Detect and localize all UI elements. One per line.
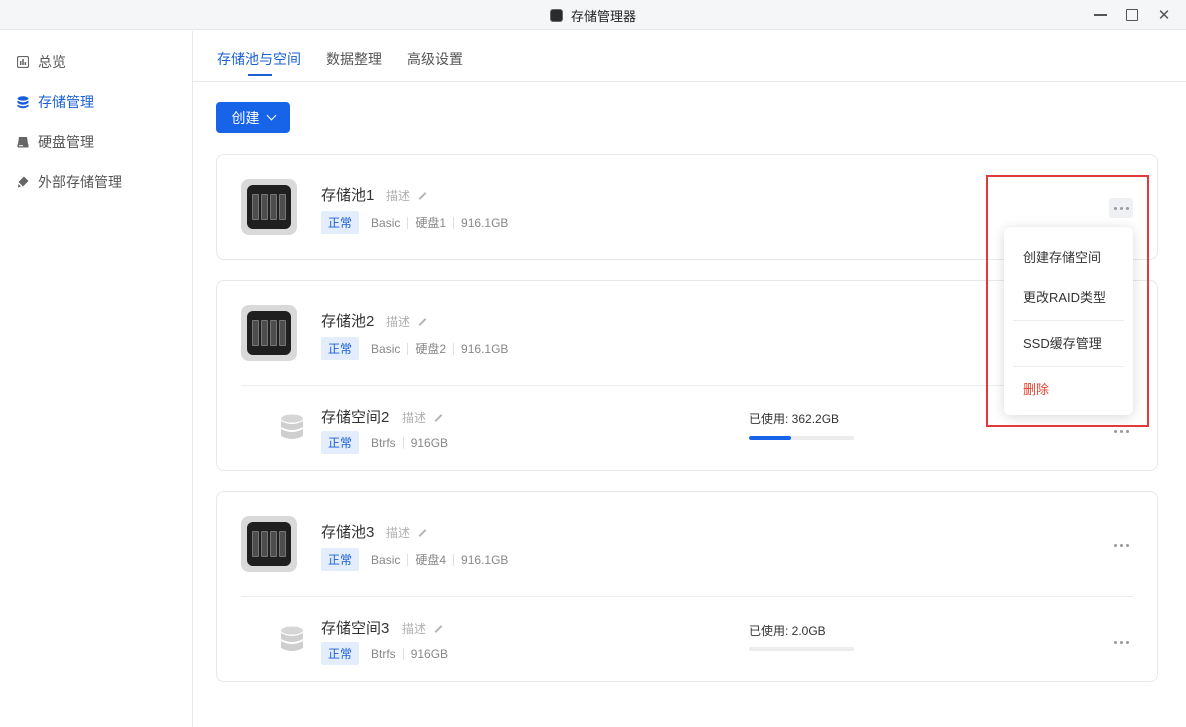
pool-meta: 正常 Basic 硬盘2 916.1GB bbox=[321, 337, 508, 360]
pool-description[interactable]: 描述 bbox=[386, 524, 427, 541]
disk-icon bbox=[16, 135, 30, 149]
title-bar: 存储管理器 ✕ bbox=[0, 0, 1186, 30]
status-badge: 正常 bbox=[321, 642, 360, 665]
status-badge: 正常 bbox=[321, 431, 360, 454]
sidebar-item-label: 存储管理 bbox=[38, 94, 94, 110]
divider bbox=[241, 596, 1133, 597]
chevron-down-icon bbox=[266, 110, 276, 121]
sidebar: 总览 存储管理 硬盘管理 外部存储管理 bbox=[0, 31, 193, 727]
volume-meta: 正常 Btrfs 916GB bbox=[321, 642, 448, 665]
window-title: 存储管理器 bbox=[570, 8, 636, 24]
volume-size: 916GB bbox=[410, 646, 449, 661]
maximize-icon bbox=[1126, 9, 1138, 21]
storage-pool-icon bbox=[241, 516, 297, 572]
usage-bar bbox=[749, 436, 854, 440]
pool-meta: 正常 Basic 硬盘4 916.1GB bbox=[321, 548, 508, 571]
usb-icon bbox=[16, 175, 30, 189]
edit-icon bbox=[418, 528, 427, 537]
close-button[interactable]: ✕ bbox=[1155, 6, 1173, 24]
create-button-label: 创建 bbox=[231, 109, 260, 126]
tab-data-defrag[interactable]: 数据整理 bbox=[326, 49, 382, 69]
pool-size: 916.1GB bbox=[461, 215, 509, 230]
volume-size: 916GB bbox=[410, 435, 449, 450]
close-icon: ✕ bbox=[1157, 7, 1171, 24]
active-tab-indicator bbox=[248, 74, 272, 76]
storage-pool-icon bbox=[241, 179, 297, 235]
sidebar-item-external[interactable]: 外部存储管理 bbox=[16, 171, 122, 193]
disk-name: 硬盘4 bbox=[415, 553, 447, 567]
status-badge: 正常 bbox=[321, 211, 360, 234]
sidebar-item-label: 总览 bbox=[38, 54, 66, 70]
highlight-box bbox=[986, 175, 1149, 427]
raid-type: Basic bbox=[371, 341, 401, 356]
edit-icon bbox=[418, 191, 427, 200]
filesystem: Btrfs bbox=[371, 435, 396, 450]
sidebar-item-label: 外部存储管理 bbox=[38, 174, 122, 190]
database-icon bbox=[16, 95, 30, 109]
tab-bar: 存储池与空间 数据整理 高级设置 bbox=[193, 31, 1186, 82]
pool-description[interactable]: 描述 bbox=[386, 313, 427, 330]
edit-icon bbox=[434, 413, 443, 422]
volume-description[interactable]: 描述 bbox=[402, 620, 443, 637]
pool-name: 存储池1 bbox=[321, 187, 375, 204]
window-title-area: 存储管理器 bbox=[0, 0, 1186, 30]
usage-fill bbox=[749, 436, 791, 440]
usage-bar bbox=[749, 647, 854, 651]
usage-label: 已使用: 2.0GB bbox=[749, 624, 826, 638]
sidebar-item-disks[interactable]: 硬盘管理 bbox=[16, 131, 94, 153]
more-options-button[interactable] bbox=[1109, 632, 1133, 652]
pool-description[interactable]: 描述 bbox=[386, 187, 427, 204]
pool-card: 存储池3 描述 正常 Basic 硬盘4 916.1GB 存储空间3 描述 正常… bbox=[216, 491, 1158, 682]
pool-meta: 正常 Basic 硬盘1 916.1GB bbox=[321, 211, 508, 234]
pool-name: 存储池2 bbox=[321, 313, 375, 330]
minimize-icon bbox=[1093, 14, 1107, 16]
create-button[interactable]: 创建 bbox=[216, 102, 290, 133]
storage-pool-icon bbox=[241, 305, 297, 361]
tab-advanced-settings[interactable]: 高级设置 bbox=[407, 49, 463, 69]
description-text: 描述 bbox=[386, 526, 411, 540]
description-text: 描述 bbox=[402, 411, 427, 425]
volume-name: 存储空间2 bbox=[321, 409, 390, 426]
sidebar-item-overview[interactable]: 总览 bbox=[16, 51, 66, 73]
maximize-button[interactable] bbox=[1123, 6, 1141, 24]
tab-pools-and-volumes[interactable]: 存储池与空间 bbox=[217, 49, 301, 69]
raid-type: Basic bbox=[371, 215, 401, 230]
app-icon bbox=[549, 8, 563, 22]
sidebar-item-storage[interactable]: 存储管理 bbox=[16, 91, 94, 113]
edit-icon bbox=[434, 624, 443, 633]
volume-icon bbox=[281, 414, 303, 439]
status-badge: 正常 bbox=[321, 337, 360, 360]
minimize-button[interactable] bbox=[1091, 6, 1109, 24]
description-text: 描述 bbox=[402, 622, 427, 636]
more-options-button[interactable] bbox=[1109, 535, 1133, 555]
volume-name: 存储空间3 bbox=[321, 620, 390, 637]
edit-icon bbox=[418, 317, 427, 326]
pool-size: 916.1GB bbox=[461, 552, 509, 567]
filesystem: Btrfs bbox=[371, 646, 396, 661]
overview-icon bbox=[16, 55, 30, 69]
status-badge: 正常 bbox=[321, 548, 360, 571]
pool-size: 916.1GB bbox=[461, 341, 509, 356]
volume-meta: 正常 Btrfs 916GB bbox=[321, 431, 448, 454]
usage-label: 已使用: 362.2GB bbox=[749, 412, 840, 426]
disk-name: 硬盘1 bbox=[415, 216, 447, 230]
raid-type: Basic bbox=[371, 552, 401, 567]
disk-name: 硬盘2 bbox=[415, 342, 447, 356]
description-text: 描述 bbox=[386, 315, 411, 329]
sidebar-item-label: 硬盘管理 bbox=[38, 134, 94, 150]
pool-name: 存储池3 bbox=[321, 524, 375, 541]
volume-icon bbox=[281, 626, 303, 651]
volume-description[interactable]: 描述 bbox=[402, 409, 443, 426]
description-text: 描述 bbox=[386, 189, 411, 203]
